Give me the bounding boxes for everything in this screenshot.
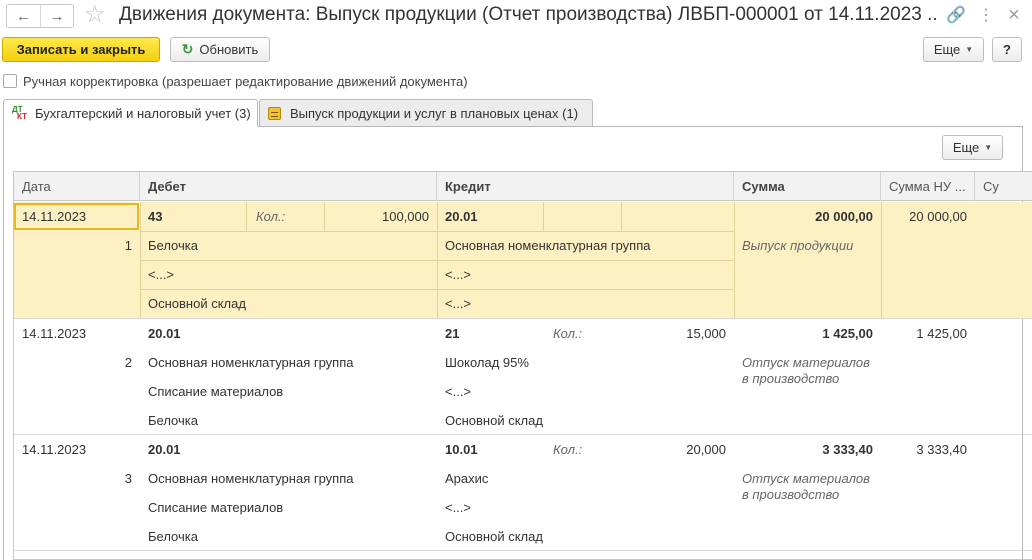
table-more-label: Еще bbox=[952, 140, 980, 155]
save-and-close-label: Записать и закрыть bbox=[16, 42, 146, 57]
row-number: 3 bbox=[124, 471, 132, 486]
debit-subconto-3[interactable]: Белочка bbox=[148, 522, 198, 551]
navigation-buttons: ← → bbox=[6, 4, 74, 28]
register-icon bbox=[268, 106, 281, 120]
column-header-credit[interactable]: Кредит bbox=[437, 172, 734, 201]
credit-account[interactable]: 21 bbox=[445, 319, 459, 348]
cell-divider bbox=[324, 202, 325, 231]
debit-quantity[interactable]: 100,000 bbox=[332, 202, 429, 231]
credit-subconto-3[interactable]: Основной склад bbox=[445, 406, 543, 435]
row-sum[interactable]: 20 000,00 bbox=[742, 202, 873, 231]
row-date: 14.11.2023 bbox=[22, 209, 87, 224]
forward-arrow-icon[interactable]: → bbox=[40, 5, 73, 27]
column-header-sum-nu[interactable]: Сумма НУ ... bbox=[881, 172, 975, 201]
credit-subconto-2[interactable]: <...> bbox=[445, 260, 471, 289]
refresh-label: Обновить bbox=[199, 42, 259, 57]
window-title: Движения документа: Выпуск продукции (От… bbox=[119, 4, 939, 25]
credit-quantity[interactable]: 20,000 bbox=[629, 435, 726, 464]
row-sum-nu[interactable]: 20 000,00 bbox=[889, 202, 967, 231]
cell-divider bbox=[881, 202, 882, 318]
tab-planned-prices-label: Выпуск продукции и услуг в плановых цена… bbox=[290, 105, 579, 121]
credit-subconto-1[interactable]: Шоколад 95% bbox=[445, 348, 529, 377]
row-content[interactable]: Отпуск материалов в производство bbox=[742, 464, 878, 504]
more-vertical-icon[interactable]: ⋮ bbox=[976, 5, 996, 25]
debit-subconto-1[interactable]: Белочка bbox=[148, 231, 198, 260]
debit-account[interactable]: 20.01 bbox=[148, 435, 181, 464]
row-number: 1 bbox=[124, 238, 132, 253]
manual-edit-row: Ручная корректировка (разрешает редактир… bbox=[3, 73, 468, 89]
chevron-down-icon: ▼ bbox=[984, 143, 993, 152]
cell-divider bbox=[734, 202, 735, 318]
postings-table[interactable]: Дата Дебет Кредит Сумма Сумма НУ ... Су … bbox=[13, 171, 1032, 560]
credit-subconto-2[interactable]: <...> bbox=[445, 493, 471, 522]
close-icon[interactable]: × bbox=[1004, 4, 1024, 26]
debit-subconto-3[interactable]: Основной склад bbox=[148, 289, 246, 318]
link-icon[interactable]: 🔗 bbox=[946, 5, 966, 25]
debit-subconto-1[interactable]: Основная номенклатурная группа bbox=[148, 464, 354, 493]
row-sum[interactable]: 1 425,00 bbox=[742, 319, 873, 348]
debit-subconto-2[interactable]: Списание материалов bbox=[148, 493, 283, 522]
debit-subconto-3[interactable]: Белочка bbox=[148, 406, 198, 435]
column-header-sum-extra[interactable]: Су bbox=[975, 172, 1032, 201]
credit-subconto-3[interactable]: Основной склад bbox=[445, 522, 543, 551]
debit-qty-label: Кол.: bbox=[256, 209, 286, 224]
row-number: 2 bbox=[124, 355, 132, 370]
credit-qty-label: Кол.: bbox=[553, 326, 583, 341]
credit-account[interactable]: 10.01 bbox=[445, 435, 478, 464]
refresh-button[interactable]: ↻ Обновить bbox=[170, 37, 270, 62]
row-date: 14.11.2023 bbox=[22, 442, 87, 457]
row-content[interactable]: Выпуск продукции bbox=[742, 231, 853, 260]
credit-qty-label: Кол.: bbox=[553, 442, 583, 457]
credit-subconto-2[interactable]: <...> bbox=[445, 377, 471, 406]
credit-quantity[interactable]: 15,000 bbox=[629, 319, 726, 348]
cell-divider bbox=[621, 202, 622, 231]
credit-account[interactable]: 20.01 bbox=[445, 202, 478, 231]
cell-divider bbox=[246, 202, 247, 231]
cell-divider bbox=[140, 260, 734, 261]
manual-edit-checkbox[interactable] bbox=[3, 74, 17, 88]
row-date: 14.11.2023 bbox=[22, 326, 87, 341]
row-sum-nu[interactable]: 3 333,40 bbox=[889, 435, 967, 464]
row-content[interactable]: Отпуск материалов в производство bbox=[742, 348, 878, 388]
save-and-close-button[interactable]: Записать и закрыть bbox=[2, 37, 160, 62]
tab-accounting[interactable]: ДТ КТ Бухгалтерский и налоговый учет (3) bbox=[3, 99, 258, 127]
debit-account[interactable]: 20.01 bbox=[148, 319, 181, 348]
debit-subconto-2[interactable]: <...> bbox=[148, 260, 174, 289]
credit-subconto-1[interactable]: Арахис bbox=[445, 464, 488, 493]
tab-planned-prices[interactable]: Выпуск продукции и услуг в плановых цена… bbox=[259, 99, 593, 127]
favorite-star-icon[interactable]: ☆ bbox=[84, 2, 106, 28]
more-label: Еще bbox=[933, 42, 961, 57]
row-separator bbox=[14, 550, 1032, 551]
debit-account[interactable]: 43 bbox=[148, 202, 162, 231]
credit-subconto-1[interactable]: Основная номенклатурная группа bbox=[445, 231, 651, 260]
credit-subconto-3[interactable]: <...> bbox=[445, 289, 471, 318]
refresh-icon: ↻ bbox=[181, 41, 194, 57]
title-bar: ← → ☆ Движения документа: Выпуск продукц… bbox=[0, 0, 1032, 32]
column-header-date[interactable]: Дата bbox=[14, 172, 140, 201]
chevron-down-icon: ▼ bbox=[965, 45, 974, 54]
help-button[interactable]: ? bbox=[992, 37, 1022, 62]
row-sum[interactable]: 3 333,40 bbox=[742, 435, 873, 464]
cell-divider bbox=[543, 202, 544, 231]
column-header-debit[interactable]: Дебет bbox=[140, 172, 437, 201]
debit-subconto-1[interactable]: Основная номенклатурная группа bbox=[148, 348, 354, 377]
column-header-sum[interactable]: Сумма bbox=[734, 172, 881, 201]
tab-accounting-label: Бухгалтерский и налоговый учет (3) bbox=[34, 105, 251, 121]
manual-edit-label[interactable]: Ручная корректировка (разрешает редактир… bbox=[23, 74, 468, 89]
more-button[interactable]: Еще ▼ bbox=[923, 37, 984, 62]
help-label: ? bbox=[1003, 42, 1011, 57]
row-sum-nu[interactable]: 1 425,00 bbox=[889, 319, 967, 348]
debit-credit-icon: ДТ КТ bbox=[12, 105, 27, 121]
debit-subconto-2[interactable]: Списание материалов bbox=[148, 377, 283, 406]
table-more-button[interactable]: Еще ▼ bbox=[942, 135, 1003, 160]
back-arrow-icon[interactable]: ← bbox=[7, 5, 40, 27]
